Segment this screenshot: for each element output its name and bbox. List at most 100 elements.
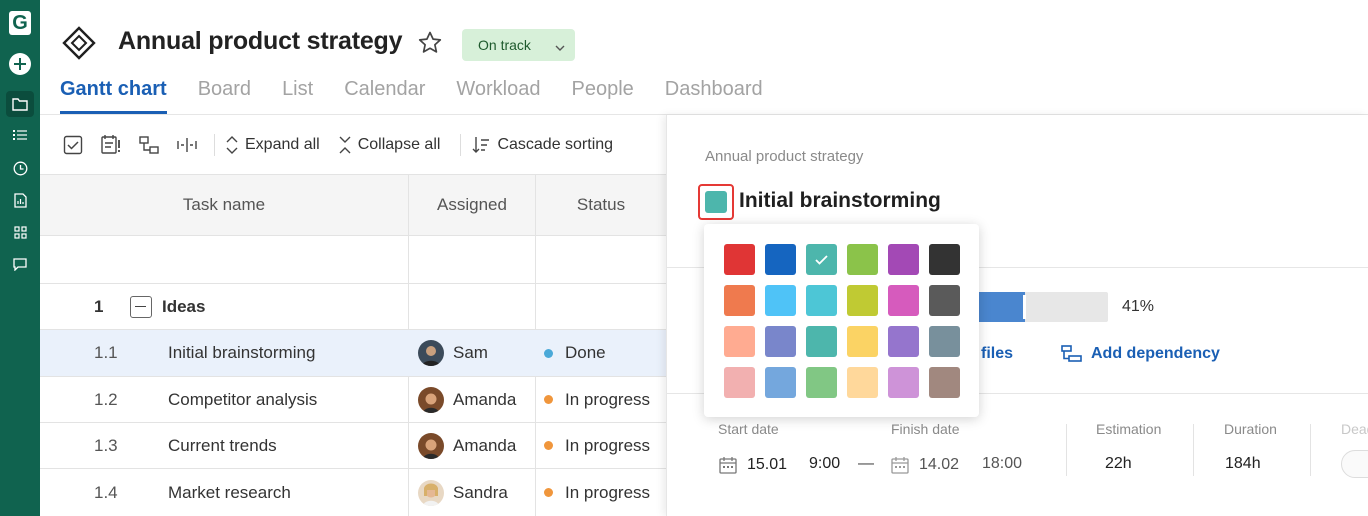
finish-date-field[interactable]: 14.02: [890, 455, 959, 475]
group-row[interactable]: 1 Ideas: [40, 284, 666, 330]
color-swatch[interactable]: [888, 326, 919, 357]
chevron-down-icon: [555, 40, 565, 51]
field-separator: [1193, 424, 1194, 476]
tab-calendar[interactable]: Calendar: [344, 78, 425, 114]
progress-bar[interactable]: [967, 292, 1108, 322]
baseline-icon[interactable]: [174, 132, 200, 158]
color-swatch[interactable]: [806, 326, 837, 357]
task-name[interactable]: Initial brainstorming: [168, 330, 315, 376]
assignee-name: Sandra: [453, 482, 508, 502]
color-swatch[interactable]: [888, 244, 919, 275]
tab-board[interactable]: Board: [198, 78, 251, 114]
color-swatch[interactable]: [724, 244, 755, 275]
color-swatch[interactable]: [806, 367, 837, 398]
collapse-all-button[interactable]: Collapse all: [338, 136, 440, 154]
critical-path-icon[interactable]: [98, 132, 124, 158]
tab-workload[interactable]: Workload: [456, 78, 540, 114]
finish-time-field[interactable]: 18:00: [982, 455, 1022, 473]
view-tabs: Gantt chart Board List Calendar Workload…: [60, 78, 794, 114]
task-name[interactable]: Market research: [168, 469, 291, 516]
table-row[interactable]: 1.4 Market research Sandra In progress: [40, 469, 666, 516]
list-icon[interactable]: [6, 122, 34, 148]
deadline-toggle[interactable]: [1341, 450, 1368, 478]
table-row[interactable]: 1.1 Initial brainstorming Sam Done: [40, 330, 666, 377]
color-swatch[interactable]: [847, 367, 878, 398]
status-cell[interactable]: Done: [544, 330, 606, 376]
color-swatch[interactable]: [888, 285, 919, 316]
add-dependency-button[interactable]: Add dependency: [1061, 345, 1220, 363]
assignee-cell[interactable]: Sandra: [418, 469, 508, 516]
task-name[interactable]: Current trends: [168, 423, 277, 468]
color-swatch[interactable]: [929, 285, 960, 316]
apps-grid-icon[interactable]: [6, 219, 34, 245]
task-title[interactable]: Initial brainstorming: [739, 189, 941, 213]
color-swatch[interactable]: [929, 244, 960, 275]
avatar: [418, 432, 444, 459]
status-cell[interactable]: In progress: [544, 469, 650, 516]
duration-value[interactable]: 184h: [1225, 455, 1261, 473]
task-color-button[interactable]: [698, 184, 734, 220]
color-swatch[interactable]: [724, 367, 755, 398]
avatar: [418, 340, 444, 366]
task-number: 1.4: [94, 482, 118, 502]
status-cell[interactable]: In progress: [544, 423, 650, 468]
status-cell[interactable]: In progress: [544, 377, 650, 422]
tab-people[interactable]: People: [571, 78, 633, 114]
column-header-assigned[interactable]: Assigned: [409, 175, 535, 235]
tab-dashboard[interactable]: Dashboard: [665, 78, 763, 114]
column-header-status[interactable]: Status: [536, 175, 666, 235]
add-dependency-label: Add dependency: [1091, 345, 1220, 362]
color-swatch[interactable]: [806, 285, 837, 316]
time-clock-icon[interactable]: [6, 155, 34, 181]
color-swatch[interactable]: [765, 244, 796, 275]
table-row[interactable]: 1.3 Current trends Amanda In progress: [40, 423, 666, 469]
breadcrumb[interactable]: Annual product strategy: [705, 148, 863, 165]
task-number: 1.3: [94, 435, 118, 455]
assignee-cell[interactable]: Amanda: [418, 377, 516, 422]
favorite-star-icon[interactable]: [417, 30, 443, 56]
color-swatch[interactable]: [847, 326, 878, 357]
color-swatch[interactable]: [847, 285, 878, 316]
files-link-label: files: [981, 345, 1014, 362]
color-swatch[interactable]: [847, 244, 878, 275]
reports-icon[interactable]: [6, 187, 34, 213]
column-header-task-name[interactable]: Task name: [40, 175, 408, 235]
hierarchy-icon[interactable]: [136, 132, 162, 158]
project-status-dropdown[interactable]: On track: [462, 29, 575, 61]
projects-folder-icon[interactable]: [6, 91, 34, 117]
table-row[interactable]: 1.2 Competitor analysis Amanda In progre…: [40, 377, 666, 423]
estimation-value[interactable]: 22h: [1105, 455, 1132, 473]
progress-handle[interactable]: [1022, 295, 1026, 319]
color-swatch[interactable]: [724, 285, 755, 316]
project-status-label: On track: [478, 37, 531, 53]
expand-all-button[interactable]: Expand all: [225, 136, 320, 154]
task-number: 1.1: [94, 343, 118, 362]
avatar: [418, 386, 444, 413]
start-time-field[interactable]: 9:00: [809, 455, 840, 473]
assignee-cell[interactable]: Amanda: [418, 423, 516, 468]
tab-list[interactable]: List: [282, 78, 313, 114]
color-swatch[interactable]: [929, 326, 960, 357]
color-swatch[interactable]: [765, 326, 796, 357]
checkbox-select-icon[interactable]: [60, 132, 86, 158]
color-swatch[interactable]: [806, 244, 837, 275]
cascade-sorting-button[interactable]: Cascade sorting: [471, 135, 613, 155]
avatar: [418, 479, 444, 506]
app-logo[interactable]: G: [9, 11, 31, 35]
assignee-cell[interactable]: Sam: [418, 330, 488, 376]
create-new-plus-icon[interactable]: [9, 53, 31, 75]
color-swatch[interactable]: [765, 285, 796, 316]
start-date-field[interactable]: 15.01: [718, 455, 787, 475]
color-swatch-grid: [724, 244, 960, 398]
color-swatch[interactable]: [929, 367, 960, 398]
color-swatch[interactable]: [724, 326, 755, 357]
chat-icon[interactable]: [6, 251, 34, 277]
status-label: In progress: [565, 389, 651, 409]
color-swatch[interactable]: [765, 367, 796, 398]
task-name[interactable]: Competitor analysis: [168, 377, 317, 422]
assignee-name: Sam: [453, 343, 488, 362]
color-swatch[interactable]: [888, 367, 919, 398]
collapse-group-icon[interactable]: [130, 295, 152, 318]
attach-files-link[interactable]: files: [981, 345, 1013, 363]
tab-gantt-chart[interactable]: Gantt chart: [60, 78, 167, 114]
